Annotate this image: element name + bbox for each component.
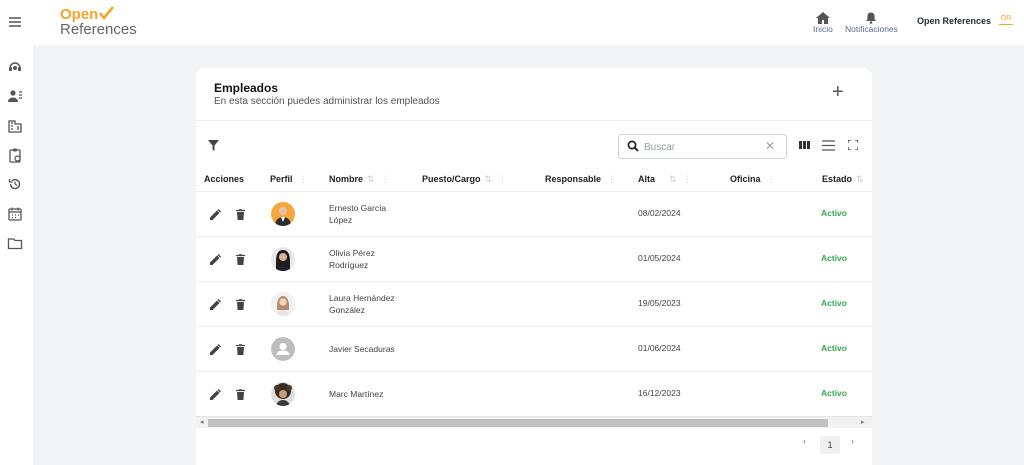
user-avatar-badge[interactable]: OR: [999, 15, 1013, 25]
delete-icon[interactable]: [236, 209, 245, 220]
calendar-icon[interactable]: [7, 206, 23, 222]
col-header-alta[interactable]: Alta ⇅ ⋮: [638, 174, 692, 185]
add-employee-button[interactable]: +: [832, 82, 844, 102]
clipboard-icon[interactable]: [7, 147, 23, 163]
nav-home-label: Inicio: [813, 24, 833, 34]
hire-date: 16/12/2023: [638, 388, 681, 398]
home-icon: [815, 12, 830, 24]
next-page-button[interactable]: ›: [851, 436, 854, 446]
edit-icon[interactable]: [210, 254, 221, 265]
hire-date: 08/02/2024: [638, 208, 681, 218]
avatar: [271, 247, 295, 271]
delete-icon[interactable]: [236, 254, 245, 265]
col-header-acciones[interactable]: Acciones: [204, 174, 244, 184]
col-header-oficina[interactable]: Oficina ⋮: [730, 174, 776, 185]
col-header-nombre[interactable]: Nombre ⇅ ⋮: [329, 174, 390, 185]
scroll-left-arrow[interactable]: ◂: [200, 418, 204, 426]
edit-icon[interactable]: [210, 389, 221, 400]
nav-notifications-label: Notificaciones: [845, 24, 898, 34]
fullscreen-icon[interactable]: [848, 140, 858, 150]
menu-icon[interactable]: [7, 14, 23, 30]
history-icon[interactable]: [7, 176, 23, 192]
table-row[interactable]: Ernesto García López 08/02/2024 Activo: [196, 191, 872, 236]
scroll-right-arrow[interactable]: ▸: [861, 418, 865, 426]
employees-card: Empleados En esta sección puedes adminis…: [196, 68, 872, 465]
avatar: [271, 202, 295, 226]
folder-icon[interactable]: [7, 235, 23, 251]
default-person-icon: [271, 337, 295, 361]
hire-date: 01/05/2024: [638, 253, 681, 263]
nav-home[interactable]: Inicio: [813, 12, 833, 34]
horizontal-scrollbar[interactable]: ◂ ▸: [196, 416, 872, 428]
edit-icon[interactable]: [210, 344, 221, 355]
clear-search-icon[interactable]: ✕: [765, 139, 775, 153]
top-bar: Open References Inicio Notificaciones Op…: [33, 0, 1024, 45]
user-name[interactable]: Open References: [917, 16, 991, 26]
search-icon: [627, 140, 639, 152]
col-header-estado[interactable]: Estado ⇅: [822, 174, 864, 185]
page-number[interactable]: 1: [820, 436, 840, 454]
search-input[interactable]: [644, 139, 764, 155]
employee-name: Olivia Pérez Rodríguez: [329, 248, 375, 270]
employee-name: Laura Hernández González: [329, 293, 395, 315]
support-agent-icon[interactable]: [7, 59, 23, 75]
prev-page-button[interactable]: ‹: [803, 436, 806, 446]
delete-icon[interactable]: [236, 299, 245, 310]
logo-word-references: References: [60, 21, 137, 38]
avatar: [271, 382, 295, 406]
scrollbar-thumb[interactable]: [208, 419, 828, 427]
status-badge: Activo: [821, 343, 847, 353]
employee-name: Ernesto García López: [329, 203, 387, 225]
table-row[interactable]: Javier Secaduras 01/06/2024 Activo: [196, 326, 872, 371]
hire-date: 19/05/2023: [638, 298, 681, 308]
employees-icon[interactable]: [7, 88, 23, 104]
page-title: Empleados: [214, 81, 279, 95]
avatar: [271, 292, 295, 316]
nav-notifications[interactable]: Notificaciones: [845, 12, 898, 34]
table-row[interactable]: Olivia Pérez Rodríguez 01/05/2024 Activo: [196, 236, 872, 281]
status-badge: Activo: [821, 253, 847, 263]
employee-name: Marc Martínez: [329, 389, 384, 399]
header-divider: [196, 120, 872, 121]
density-icon[interactable]: [822, 140, 835, 151]
columns-icon[interactable]: [799, 140, 810, 150]
search-box: ✕: [618, 134, 787, 159]
edit-icon[interactable]: [210, 299, 221, 310]
status-badge: Activo: [821, 298, 847, 308]
table-row[interactable]: Laura Hernández González 19/05/2023 Activ…: [196, 281, 872, 326]
col-header-responsable[interactable]: Responsable ⋮: [545, 174, 616, 185]
delete-icon[interactable]: [236, 344, 245, 355]
app-logo[interactable]: Open References: [60, 6, 137, 37]
company-icon[interactable]: [7, 118, 23, 134]
delete-icon[interactable]: [236, 389, 245, 400]
checkmark-icon: [99, 6, 115, 21]
employee-name: Javier Secaduras: [329, 344, 395, 354]
bell-icon: [866, 12, 877, 24]
sidebar: [0, 0, 33, 465]
status-badge: Activo: [821, 388, 847, 398]
filter-icon[interactable]: [208, 140, 219, 151]
status-badge: Activo: [821, 208, 847, 218]
edit-icon[interactable]: [210, 209, 221, 220]
col-header-perfil[interactable]: Perfil ⋮: [270, 174, 308, 185]
table-row[interactable]: Marc Martínez 16/12/2023 Activo: [196, 371, 872, 416]
hire-date: 01/06/2024: [638, 343, 681, 353]
page-subtitle: En esta sección puedes administrar los e…: [214, 96, 440, 107]
col-header-puesto[interactable]: Puesto/Cargo ⇅ ⋮: [422, 174, 507, 185]
